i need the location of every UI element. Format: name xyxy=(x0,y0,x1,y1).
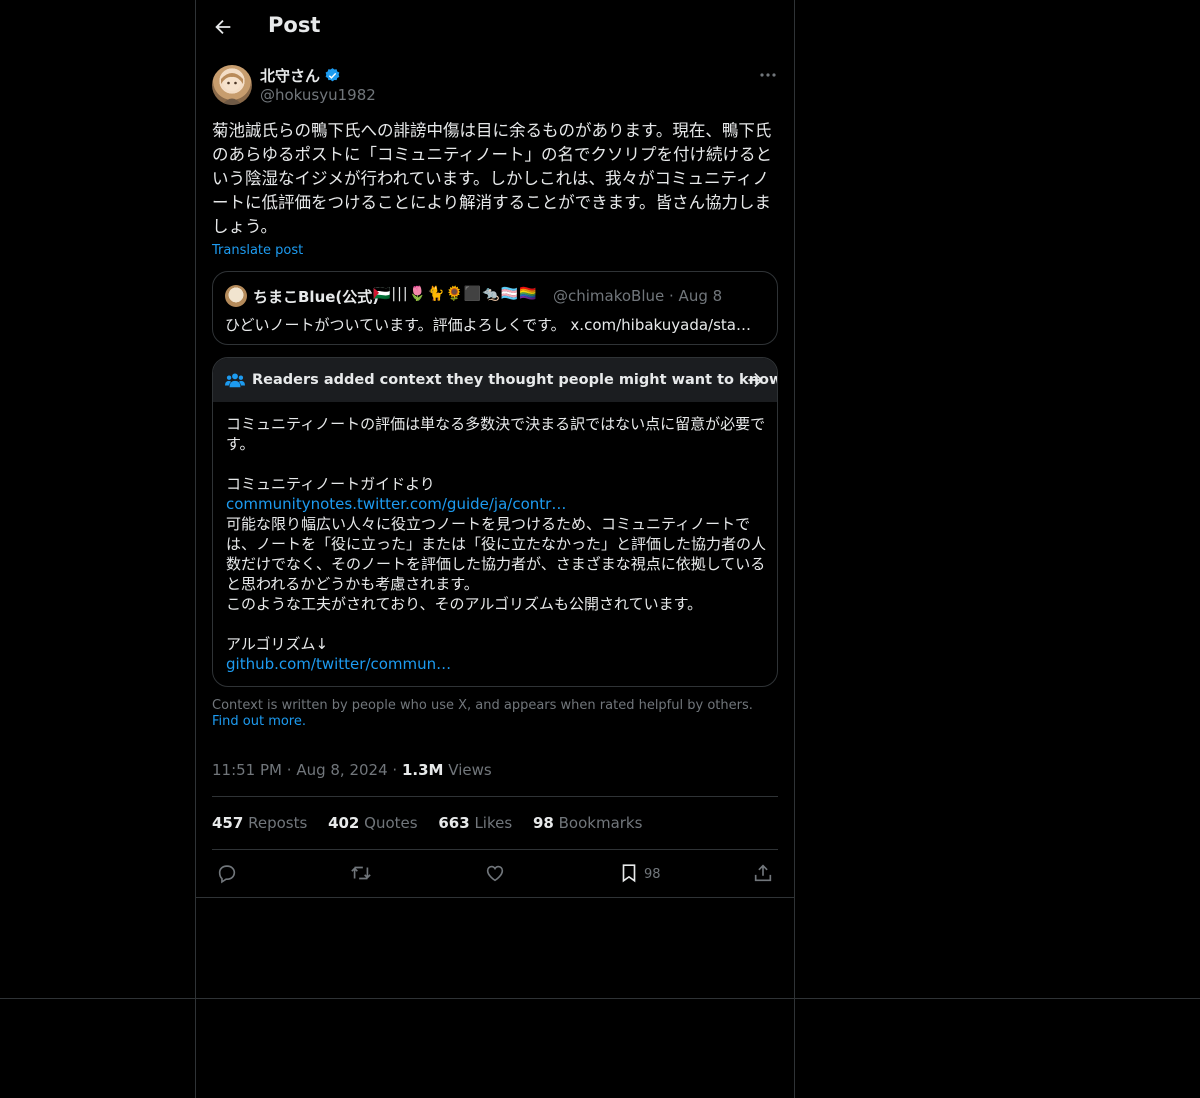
verified-badge-icon xyxy=(325,68,340,82)
quote-handle-date: @chimakoBlue · Aug 8 xyxy=(553,287,723,305)
more-button[interactable] xyxy=(758,67,778,83)
note-paragraph: 可能な限り幅広い人々に役立つノートを見つけるため、コミュニティノートでは、ノート… xyxy=(226,515,767,593)
quote-display-name: ちまこBlue(公式) xyxy=(253,288,380,306)
find-out-more-link[interactable]: Find out more. xyxy=(212,714,306,729)
display-name[interactable]: 北守さん xyxy=(260,65,320,86)
note-disclaimer: Context is written by people who use X, … xyxy=(212,698,772,730)
divider xyxy=(212,849,778,850)
quotes-stat[interactable]: 402 Quotes xyxy=(328,814,418,832)
views-count: 1.3M xyxy=(401,761,444,779)
note-paragraph: コミュニティノートの評価は単なる多数決で決まる訳ではない点に留意が必要です。 xyxy=(226,415,766,453)
reply-icon xyxy=(218,865,236,884)
repost-button[interactable] xyxy=(350,862,374,886)
page-title: Post xyxy=(268,13,321,37)
quoted-post[interactable]: ちまこBlue(公式) 🇵🇸|||🌷🐈🌻⬛🐀🏳️‍⚧️🏳️‍🌈 @chimako… xyxy=(212,271,778,345)
divider xyxy=(196,897,794,898)
post-date[interactable]: Aug 8, 2024 xyxy=(296,761,387,779)
reposts-stat[interactable]: 457 Reposts xyxy=(212,814,307,832)
primary-column: Post 北守さん @hokusyu1982 菊池誠氏らの鴨下氏への誹謗中傷は目… xyxy=(195,0,795,1098)
share-button[interactable] xyxy=(752,862,776,886)
quote-text: ひどいノートがついています。評価よろしくです。 x.com/hibakuyada… xyxy=(225,316,751,334)
back-arrow-icon xyxy=(215,19,231,35)
translate-post-link[interactable]: Translate post xyxy=(212,243,303,258)
post-time[interactable]: 11:51 PM xyxy=(212,761,282,779)
repost-icon xyxy=(351,866,371,880)
more-icon xyxy=(760,73,776,77)
share-icon xyxy=(754,864,772,882)
community-note-heading: Readers added context they thought peopl… xyxy=(252,372,778,388)
likes-stat[interactable]: 663 Likes xyxy=(438,814,512,832)
bookmarks-stat[interactable]: 98 Bookmarks xyxy=(533,814,642,832)
note-paragraph: このような工夫がされており、そのアルゴリズムも公開されています。 xyxy=(226,595,703,613)
reply-button[interactable] xyxy=(216,862,240,886)
community-note: Readers added context they thought peopl… xyxy=(212,357,778,687)
views-label: Views xyxy=(448,761,492,779)
post-author: 北守さん @hokusyu1982 xyxy=(212,65,778,107)
divider xyxy=(212,796,778,797)
quote-name-emojis: 🇵🇸|||🌷🐈🌻⬛🐀🏳️‍⚧️🏳️‍🌈 xyxy=(373,286,538,302)
post-text: 菊池誠氏らの鴨下氏への誹謗中傷は目に余るものがあります。現在、鴨下氏のあらゆるポ… xyxy=(212,121,773,236)
arrow-right-icon xyxy=(748,373,763,387)
note-link[interactable]: github.com/twitter/commun… xyxy=(226,654,768,674)
back-button[interactable] xyxy=(212,16,234,38)
like-button[interactable] xyxy=(484,862,508,886)
note-link[interactable]: communitynotes.twitter.com/guide/ja/cont… xyxy=(226,494,768,514)
disclaimer-text: Context is written by people who use X, … xyxy=(212,698,753,713)
avatar[interactable] xyxy=(212,65,252,105)
note-paragraph: コミュニティノートガイドより xyxy=(226,475,435,493)
author-handle[interactable]: @hokusyu1982 xyxy=(260,86,376,104)
post-meta: 11:51 PM · Aug 8, 2024 · 1.3M Views xyxy=(212,761,492,779)
quote-avatar xyxy=(225,285,247,307)
action-bar: 98 xyxy=(212,860,778,888)
bookmark-icon xyxy=(622,864,636,883)
bookmark-button[interactable] xyxy=(618,862,642,886)
post-stats: 457 Reposts 402 Quotes 663 Likes 98 Book… xyxy=(212,814,658,832)
note-paragraph: アルゴリズム↓ xyxy=(226,635,329,653)
community-note-body: コミュニティノートの評価は単なる多数決で決まる訳ではない点に留意が必要です。 コ… xyxy=(226,414,768,674)
like-icon xyxy=(486,865,504,882)
bookmark-count: 98 xyxy=(644,867,661,882)
community-note-header[interactable]: Readers added context they thought peopl… xyxy=(213,358,777,402)
page-header: Post xyxy=(196,0,794,53)
community-notes-icon xyxy=(225,373,245,388)
